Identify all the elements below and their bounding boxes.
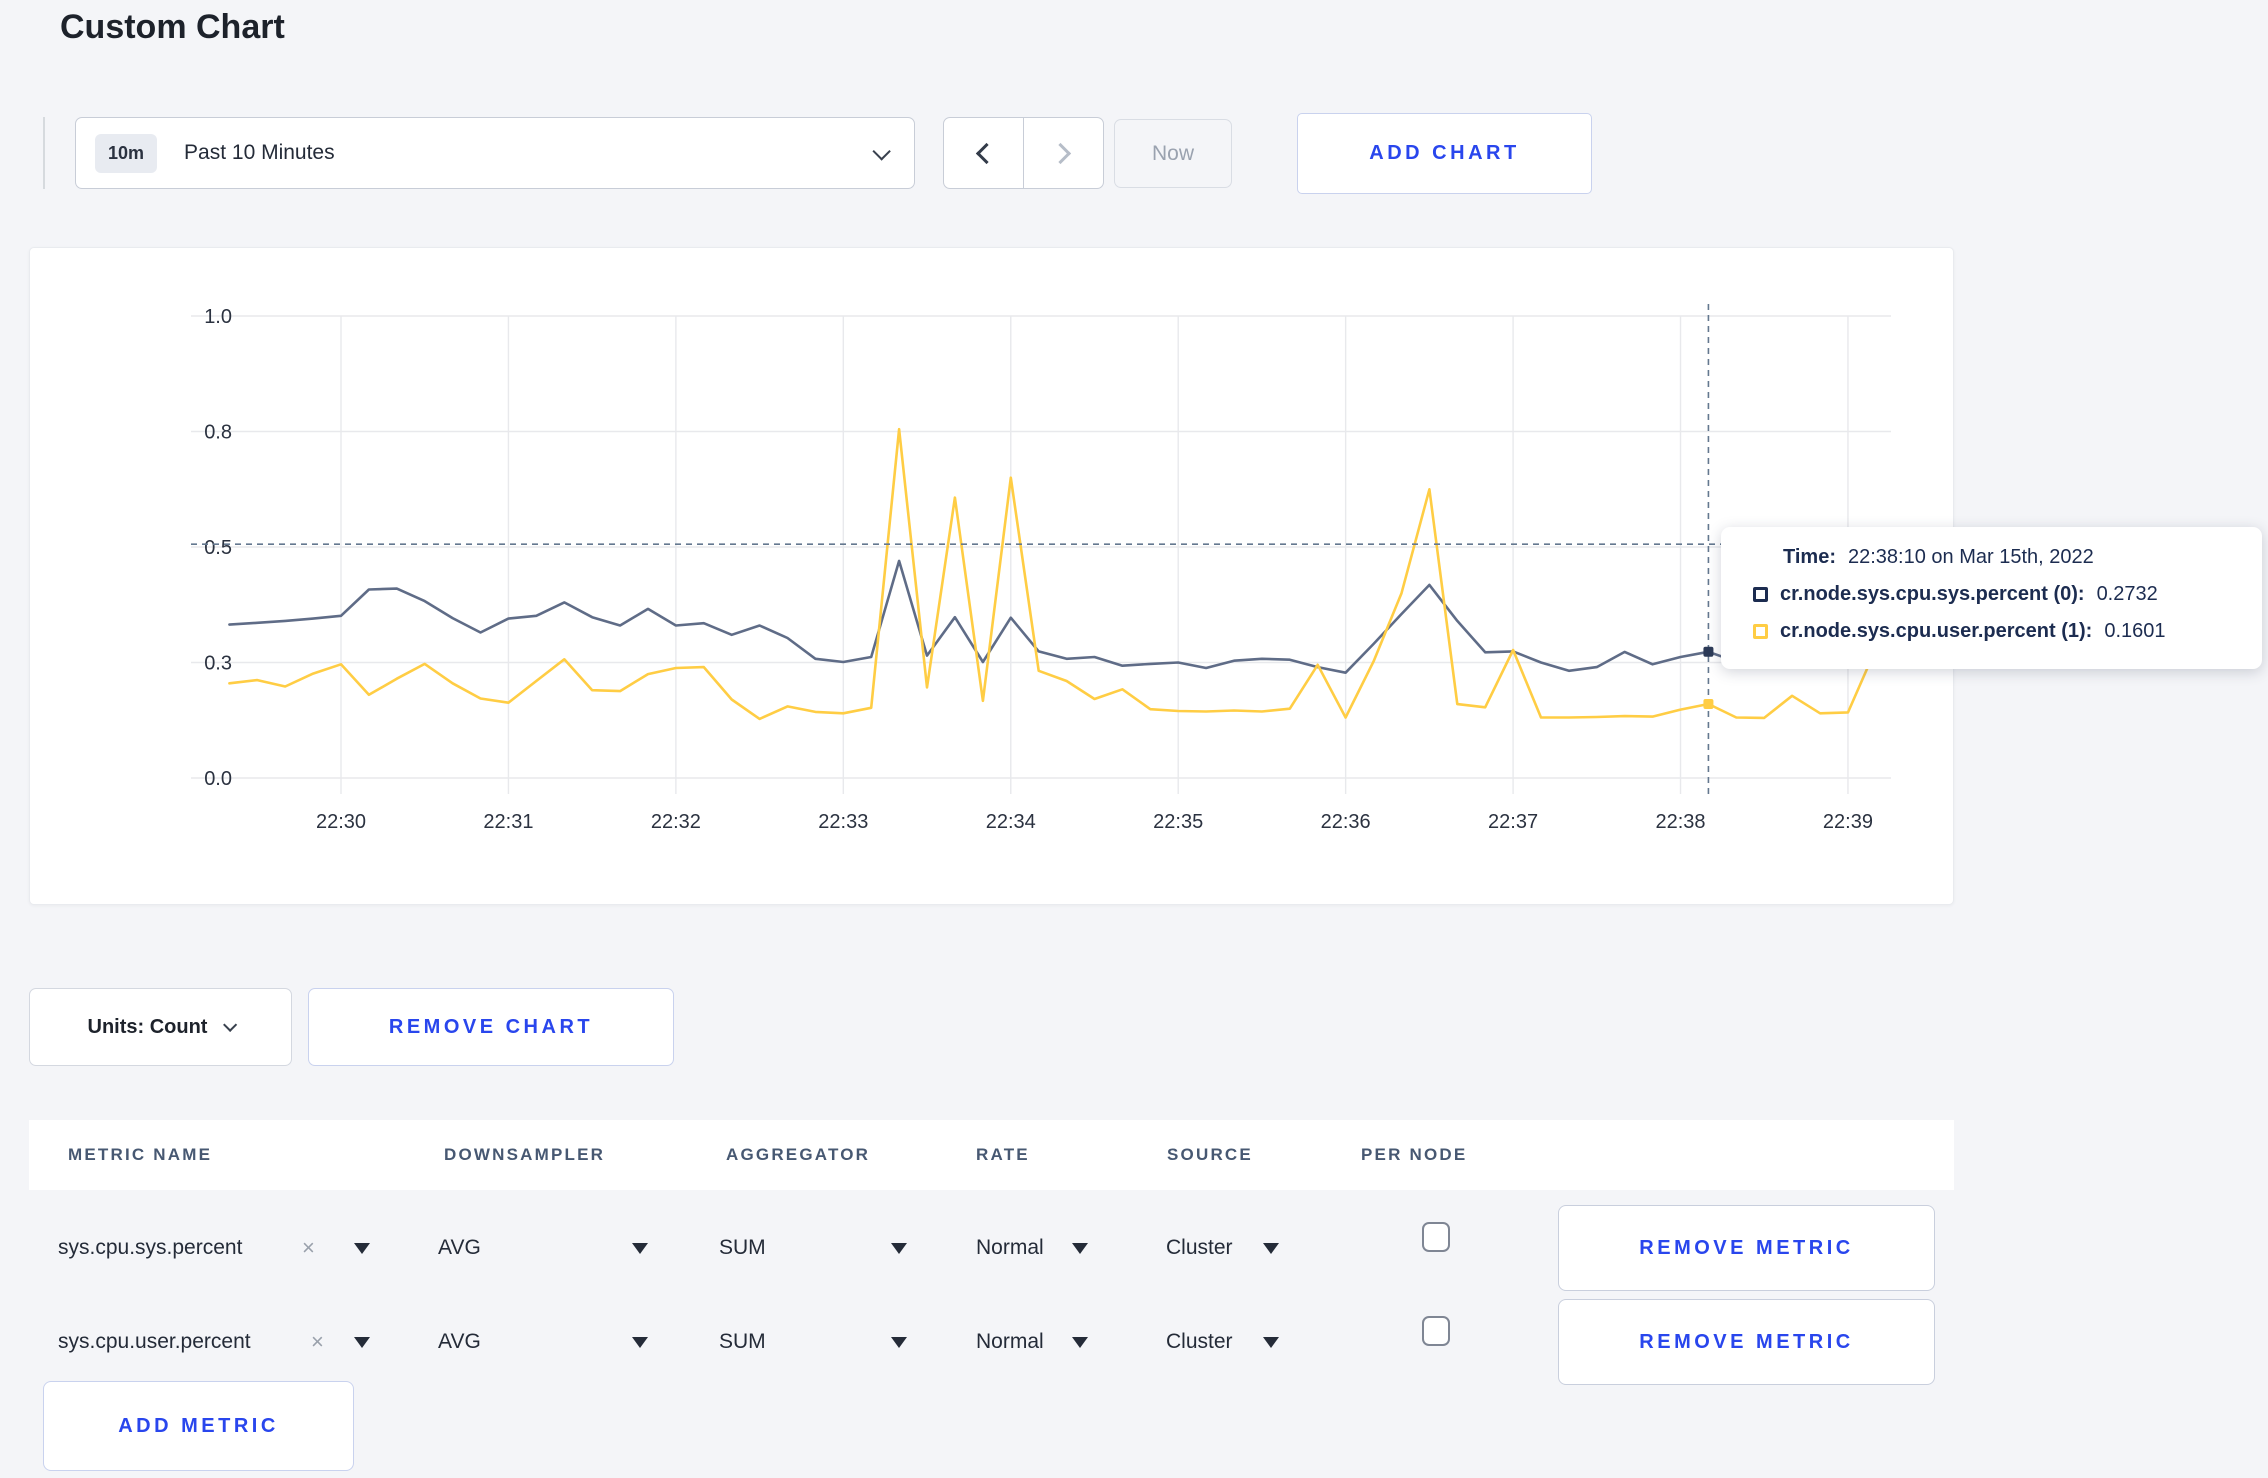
chevron-down-icon	[223, 1017, 238, 1032]
aggregator-select[interactable]: SUM	[719, 1203, 766, 1293]
col-downsampler: DOWNSAMPLER	[444, 1145, 606, 1164]
series-line	[228, 559, 1878, 675]
units-select[interactable]: Units: Count	[29, 988, 292, 1066]
remove-metric-button[interactable]: REMOVE METRIC	[1558, 1299, 1935, 1385]
caret-down-icon[interactable]	[1263, 1243, 1279, 1254]
y-axis-tick-label: 0.0	[204, 768, 232, 790]
x-axis-tick-label: 22:37	[1488, 811, 1538, 833]
aggregator-select[interactable]: SUM	[719, 1297, 766, 1387]
caret-down-icon[interactable]	[354, 1243, 370, 1254]
metric-name-select[interactable]: sys.cpu.user.percent	[58, 1297, 251, 1387]
hover-point-marker	[1703, 699, 1714, 710]
tooltip-time-label: Time:	[1783, 545, 1836, 568]
units-label: Units: Count	[87, 1015, 208, 1038]
y-axis-tick-label: 1.0	[204, 306, 232, 328]
tooltip-user-value: 0.1601	[2104, 619, 2166, 642]
add-metric-button[interactable]: ADD METRIC	[43, 1381, 354, 1471]
tooltip-user-name: cr.node.sys.cpu.user.percent (1):	[1780, 619, 2093, 642]
caret-down-icon[interactable]	[1072, 1337, 1088, 1348]
downsampler-select[interactable]: AVG	[438, 1297, 481, 1387]
per-node-checkbox[interactable]	[1422, 1222, 1450, 1252]
caret-down-icon[interactable]	[1072, 1243, 1088, 1254]
remove-metric-button[interactable]: REMOVE METRIC	[1558, 1205, 1935, 1291]
tooltip-sys-name: cr.node.sys.cpu.sys.percent (0):	[1780, 582, 2085, 605]
chart-card: 0.0 0.3 0.5 0.8 1.0 22:30 22:31 22:32 22:33 22:34…	[29, 247, 1954, 905]
col-rate: RATE	[976, 1145, 1030, 1164]
user-series-swatch-icon	[1753, 623, 1768, 639]
clear-metric-icon[interactable]: ×	[302, 1203, 315, 1293]
col-aggregator: AGGREGATOR	[726, 1145, 871, 1164]
remove-chart-button[interactable]: REMOVE CHART	[308, 988, 674, 1066]
now-button[interactable]: Now	[1114, 119, 1232, 188]
x-axis-tick-label: 22:39	[1823, 811, 1873, 833]
time-step-arrows	[943, 117, 1104, 189]
caret-down-icon[interactable]	[891, 1243, 907, 1254]
x-axis-tick-label: 22:33	[818, 811, 868, 833]
cpu-chart[interactable]: 0.0 0.3 0.5 0.8 1.0 22:30 22:31 22:32 22:33 22:34…	[30, 248, 1955, 906]
metric-name-select[interactable]: sys.cpu.sys.percent	[58, 1203, 242, 1293]
rate-select[interactable]: Normal	[976, 1297, 1044, 1387]
table-row: sys.cpu.sys.percent × AVG SUM Normal Clu…	[29, 1203, 1954, 1293]
x-axis-tick-label: 22:35	[1153, 811, 1203, 833]
source-select[interactable]: Cluster	[1166, 1297, 1233, 1387]
chart-tooltip: Time: 22:38:10 on Mar 15th, 2022 cr.node…	[1721, 527, 2262, 669]
toolbar-divider	[43, 117, 45, 189]
y-axis-tick-label: 0.8	[204, 422, 232, 444]
table-row: sys.cpu.user.percent × AVG SUM Normal Cl…	[29, 1297, 1954, 1387]
time-range-badge: 10m	[95, 133, 158, 173]
chevron-left-icon	[975, 142, 998, 164]
y-axis-tick-label: 0.3	[204, 653, 232, 675]
sys-series-swatch-icon	[1753, 586, 1768, 602]
caret-down-icon[interactable]	[632, 1337, 648, 1348]
per-node-checkbox[interactable]	[1422, 1316, 1450, 1346]
col-per-node: PER NODE	[1361, 1145, 1468, 1164]
time-range-label: Past 10 Minutes	[184, 141, 335, 164]
x-axis-tick-label: 22:36	[1321, 811, 1371, 833]
y-axis-tick-label: 0.5	[204, 537, 232, 559]
tooltip-sys-value: 0.2732	[2096, 582, 2158, 605]
page-title: Custom Chart	[60, 8, 285, 46]
col-metric-name: METRIC NAME	[68, 1145, 213, 1164]
step-back-button[interactable]	[944, 118, 1023, 188]
col-source: SOURCE	[1167, 1145, 1253, 1164]
chevron-right-icon	[1049, 142, 1072, 164]
x-axis-tick-label: 22:38	[1655, 811, 1705, 833]
downsampler-select[interactable]: AVG	[438, 1203, 481, 1293]
x-axis-tick-label: 22:31	[483, 811, 533, 833]
caret-down-icon[interactable]	[354, 1337, 370, 1348]
step-forward-button[interactable]	[1023, 118, 1103, 188]
x-axis-tick-label: 22:34	[986, 811, 1036, 833]
caret-down-icon[interactable]	[632, 1243, 648, 1254]
chevron-down-icon	[872, 141, 891, 161]
source-select[interactable]: Cluster	[1166, 1203, 1233, 1293]
x-axis-tick-label: 22:30	[316, 811, 366, 833]
rate-select[interactable]: Normal	[976, 1203, 1044, 1293]
add-chart-button[interactable]: ADD CHART	[1297, 113, 1592, 194]
series-line	[228, 427, 1878, 721]
time-range-select[interactable]: 10m Past 10 Minutes	[75, 117, 915, 189]
caret-down-icon[interactable]	[1263, 1337, 1279, 1348]
hover-point-marker	[1703, 646, 1714, 657]
tooltip-time-value: 22:38:10 on Mar 15th, 2022	[1847, 545, 2094, 568]
metrics-table-header: METRIC NAME DOWNSAMPLER AGGREGATOR RATE …	[29, 1120, 1954, 1190]
caret-down-icon[interactable]	[891, 1337, 907, 1348]
clear-metric-icon[interactable]: ×	[311, 1297, 324, 1387]
x-axis-tick-label: 22:32	[651, 811, 701, 833]
